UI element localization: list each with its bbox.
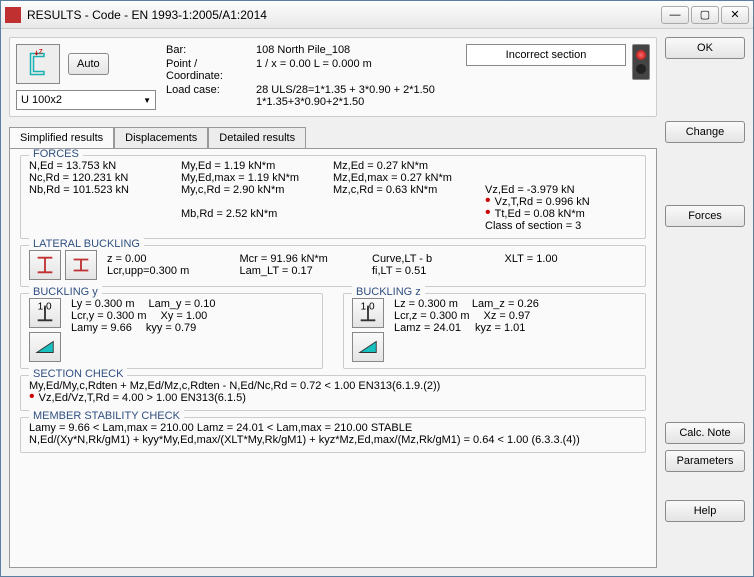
maximize-button[interactable]: ▢ [691,6,719,24]
calc-note-button[interactable]: Calc. Note [665,422,745,444]
mz-edmax: Mz,Ed,max = 0.27 kN*m [333,172,485,184]
tab-content: FORCES N,Ed = 13.753 kN My,Ed = 1.19 kN*… [9,148,657,568]
mb-rd: Mb,Rd = 2.52 kN*m [181,208,333,220]
point-label: Point / Coordinate: [166,58,256,82]
svg-text:1.0: 1.0 [361,302,375,312]
titlebar: RESULTS - Code - EN 1993-1:2005/A1:2014 … [1,1,753,29]
mz-ed: Mz,Ed = 0.27 kN*m [333,160,485,172]
tab-displacements[interactable]: Displacements [114,127,208,148]
member-line-1: Lamy = 9.66 < Lam,max = 210.00 Lamz = 24… [29,422,637,434]
change-button[interactable]: Change [665,121,745,143]
lat-mcr: Mcr = 91.96 kN*m [240,253,373,265]
mz-crd: Mz,c,Rd = 0.63 kN*m [333,184,485,196]
by-lcry: Lcr,y = 0.300 m [71,310,147,322]
close-button[interactable]: ✕ [721,6,749,24]
profile-select-value: U 100x2 [21,94,62,106]
section-line-2: Vz,Ed/Vz,T,Rd = 4.00 > 1.00 EN313(6.1.5) [39,392,246,404]
member-title: MEMBER STABILITY CHECK [29,410,184,422]
traffic-light-icon [632,44,650,80]
my-crd: My,c,Rd = 2.90 kN*m [181,184,333,196]
forces-group: FORCES N,Ed = 13.753 kN My,Ed = 1.19 kN*… [20,155,646,239]
my-edmax: My,Ed,max = 1.19 kN*m [181,172,333,184]
nb-rd: Nb,Rd = 101.523 kN [29,184,181,196]
results-dialog: RESULTS - Code - EN 1993-1:2005/A1:2014 … [0,0,754,577]
tabstrip: Simplified results Displacements Detaile… [9,127,657,148]
bar-info-grid: Bar: 108 North Pile_108 Point / Coordina… [166,44,456,108]
svg-text:1.0: 1.0 [38,302,52,312]
help-button[interactable]: Help [665,500,745,522]
buckling-y-title: BUCKLING y [29,286,102,298]
chevron-down-icon: ▼ [143,96,151,105]
tab-detailed-results[interactable]: Detailed results [208,127,306,148]
alert-dot-icon-2: • [485,204,491,221]
alert-dot-icon-3: • [29,388,35,405]
lateral-buckling-group: LATERAL BUCKLING z = 0.00 Mcr = 91.96 kN… [20,245,646,287]
bz-xz: Xz = 0.97 [484,310,531,322]
bz-lz: Lz = 0.300 m [394,298,458,310]
member-line-2: N,Ed/(Xy*N,Rk/gM1) + kyy*My,Ed,max/(XLT*… [29,434,637,446]
profile-select[interactable]: U 100x2 ▼ [16,90,156,110]
top-panel: z Auto U 100x2 ▼ Bar: 108 North Pile_108… [9,37,657,117]
lat-filt: fi,LT = 0.51 [372,265,505,277]
by-kyy: kyy = 0.79 [146,322,196,334]
class-of-section: Class of section = 3 [485,220,637,232]
load-label: Load case: [166,84,256,108]
svg-text:z: z [39,49,43,56]
bar-value: 108 North Pile_108 [256,44,456,56]
buckling-y-group: BUCKLING y 1.0 Ly = 0.300 mLam_y = 0.10 … [20,293,323,369]
lateral-icon-1[interactable] [29,250,61,280]
red-light-icon [636,50,646,60]
buckling-z-title: BUCKLING z [352,286,425,298]
lat-lamlt: Lam_LT = 0.17 [240,265,373,277]
buckling-y-icon-1[interactable]: 1.0 [29,298,61,328]
bar-label: Bar: [166,44,256,56]
lat-xlt: XLT = 1.00 [505,253,638,265]
lat-curve: Curve,LT - b [372,253,505,265]
lat-lcr: Lcr,upp=0.300 m [107,265,240,277]
my-ed: My,Ed = 1.19 kN*m [181,160,333,172]
buckling-z-icon-2[interactable] [352,332,384,362]
bz-lamz: Lamz = 24.01 [394,322,461,334]
auto-button[interactable]: Auto [68,53,109,75]
bz-kyz: kyz = 1.01 [475,322,525,334]
by-xy: Xy = 1.00 [161,310,208,322]
point-value: 1 / x = 0.00 L = 0.000 m [256,58,456,82]
ok-button[interactable]: OK [665,37,745,59]
section-title: SECTION CHECK [29,368,127,380]
window-title: RESULTS - Code - EN 1993-1:2005/A1:2014 [27,8,661,22]
vz-trd: Vz,T,Rd = 0.996 kN [495,196,590,208]
by-lamy: Lamy = 9.66 [71,322,132,334]
parameters-button[interactable]: Parameters [665,450,745,472]
green-light-icon [636,64,646,74]
lateral-icon-2[interactable] [65,250,97,280]
section-check-group: SECTION CHECK My,Ed/My,c,Rdten + Mz,Ed/M… [20,375,646,411]
forces-title: FORCES [29,148,83,160]
tt-ed: Tt,Ed = 0.08 kN*m [495,208,585,220]
buckling-z-group: BUCKLING z 1.0 Lz = 0.300 mLam_z = 0.26 … [343,293,646,369]
load-value: 28 ULS/28=1*1.35 + 3*0.90 + 2*1.50 1*1.3… [256,84,456,108]
n-ed: N,Ed = 13.753 kN [29,160,181,172]
bz-lcrz: Lcr,z = 0.300 m [394,310,470,322]
by-lamy-s: Lam_y = 0.10 [149,298,216,310]
app-icon [5,7,21,23]
by-ly: Ly = 0.300 m [71,298,135,310]
member-check-group: MEMBER STABILITY CHECK Lamy = 9.66 < Lam… [20,417,646,453]
nc-rd: Nc,Rd = 120.231 kN [29,172,181,184]
forces-button[interactable]: Forces [665,205,745,227]
minimize-button[interactable]: — [661,6,689,24]
profile-section-icon: z [16,44,60,84]
vz-ed: Vz,Ed = -3.979 kN [485,184,637,196]
lateral-title: LATERAL BUCKLING [29,238,144,250]
tab-simplified-results[interactable]: Simplified results [9,127,114,148]
section-line-1: My,Ed/My,c,Rdten + Mz,Ed/Mz,c,Rdten - N,… [29,380,637,392]
lat-z: z = 0.00 [107,253,240,265]
buckling-z-icon-1[interactable]: 1.0 [352,298,384,328]
status-box: Incorrect section [466,44,626,66]
buckling-y-icon-2[interactable] [29,332,61,362]
bz-lamz-s: Lam_z = 0.26 [472,298,539,310]
status-text: Incorrect section [506,49,587,61]
